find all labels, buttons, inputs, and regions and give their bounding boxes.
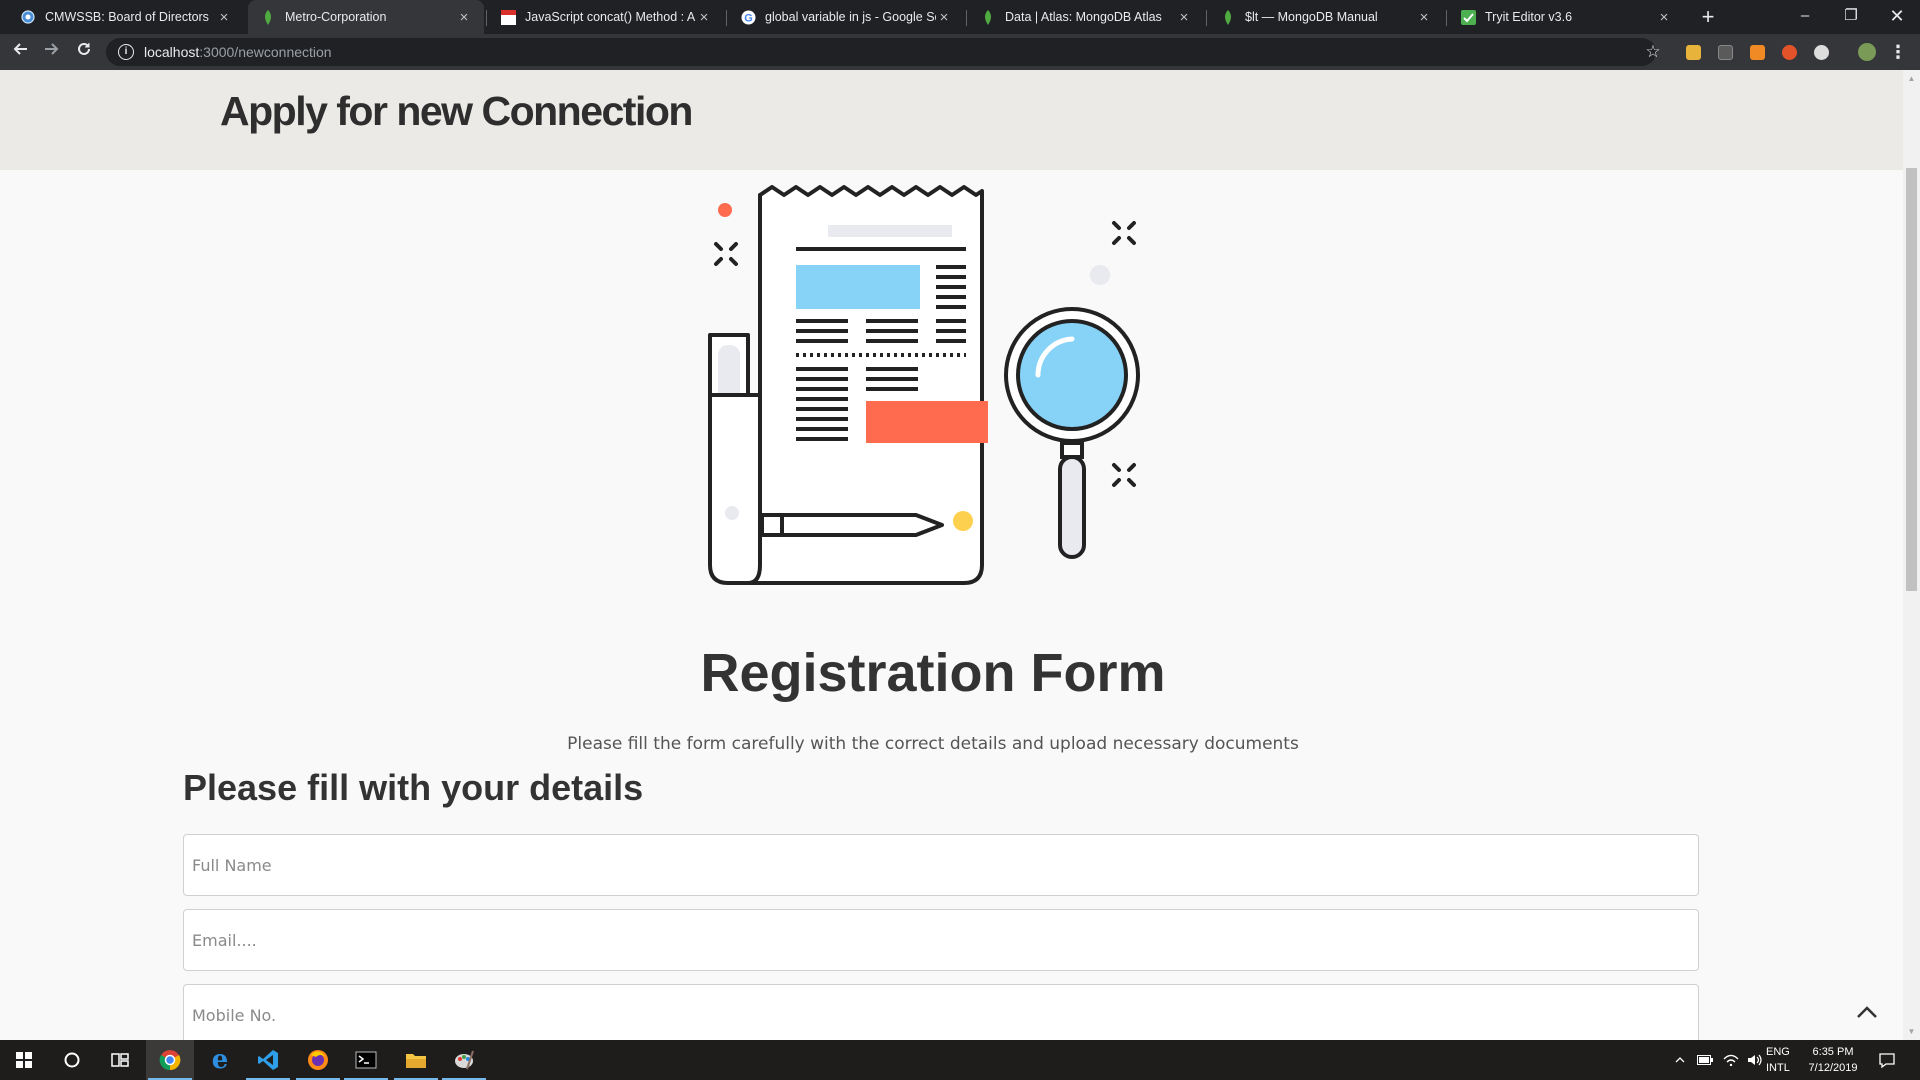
tab-label: $lt — MongoDB Manual	[1245, 10, 1378, 24]
vscode-icon[interactable]	[244, 1040, 292, 1080]
tab-close-icon[interactable]: ×	[696, 9, 712, 26]
tab-label: CMWSSB: Board of Directors	[45, 10, 209, 24]
browser-toolbar: i localhost:3000/newconnection ☆ ⋮	[0, 34, 1920, 70]
wifi-icon[interactable]	[1720, 1040, 1742, 1080]
mongodb-leaf-icon	[980, 9, 996, 25]
cortana-search-icon[interactable]	[48, 1040, 96, 1080]
extension-icon-5[interactable]	[1814, 45, 1829, 60]
scroll-down-arrow-icon[interactable]: ▼	[1903, 1023, 1920, 1040]
tab-close-icon[interactable]: ×	[1656, 9, 1672, 26]
language-code: ENG	[1766, 1046, 1790, 1058]
address-path: :3000/newconnection	[199, 44, 332, 60]
profile-avatar[interactable]	[1858, 43, 1876, 61]
tab-google-search[interactable]: G global variable in js - Google Sea ×	[728, 0, 964, 34]
tab-cmwssb[interactable]: CMWSSB: Board of Directors ×	[8, 0, 244, 34]
back-button[interactable]	[6, 38, 34, 66]
windows-taskbar: e ENG INTL 6:35 PM 7/12/2019	[0, 1040, 1920, 1080]
windows-start-icon[interactable]	[0, 1040, 48, 1080]
tab-js-concat[interactable]: JavaScript concat() Method : Arra ×	[488, 0, 724, 34]
scroll-up-arrow-icon[interactable]: ▲	[1903, 70, 1920, 87]
tab-close-icon[interactable]: ×	[1176, 9, 1192, 26]
reload-button[interactable]	[70, 38, 98, 66]
tray-overflow-chevron-icon[interactable]	[1670, 1040, 1690, 1080]
tab-label: Data | Atlas: MongoDB Atlas	[1005, 10, 1162, 24]
page-scrollbar[interactable]: ▲ ▼	[1903, 70, 1920, 1040]
forward-arrow-icon	[45, 43, 59, 55]
mobile-input[interactable]	[183, 984, 1699, 1040]
paint-icon[interactable]	[440, 1040, 488, 1080]
volume-icon[interactable]	[1744, 1040, 1766, 1080]
tab-mongodb-atlas[interactable]: Data | Atlas: MongoDB Atlas ×	[968, 0, 1204, 34]
minimize-button[interactable]: –	[1782, 0, 1828, 34]
tab-label: Tryit Editor v3.6	[1485, 10, 1573, 24]
tab-close-icon[interactable]: ×	[456, 9, 472, 26]
mongodb-leaf-icon	[1220, 9, 1236, 25]
edge-icon[interactable]: e	[196, 1040, 244, 1080]
tab-tryit-editor[interactable]: Tryit Editor v3.6 ×	[1448, 0, 1684, 34]
action-center-icon[interactable]	[1872, 1040, 1902, 1080]
site-info-icon[interactable]: i	[118, 44, 134, 60]
tab-label: JavaScript concat() Method : Arra	[525, 10, 696, 24]
tab-label: Metro-Corporation	[285, 10, 387, 24]
extension-icon-4[interactable]	[1782, 45, 1797, 60]
clock-time: 6:35 PM	[1812, 1046, 1854, 1058]
details-heading: Please fill with your details	[183, 767, 644, 808]
tab-separator	[486, 10, 487, 26]
email-input[interactable]	[183, 909, 1699, 971]
full-name-input[interactable]	[183, 834, 1699, 896]
scroll-to-top-button[interactable]	[1840, 985, 1894, 1039]
file-explorer-icon[interactable]	[392, 1040, 440, 1080]
new-tab-button[interactable]: +	[1694, 3, 1722, 31]
page-title: Apply for new Connection	[220, 88, 693, 134]
page-viewport: Apply for new Connection Registration Fo…	[0, 70, 1903, 1040]
forward-button[interactable]	[38, 38, 66, 66]
tab-close-icon[interactable]: ×	[1416, 9, 1432, 26]
tab-metro-corporation[interactable]: Metro-Corporation ×	[248, 0, 484, 34]
scrollbar-thumb[interactable]	[1906, 168, 1917, 591]
extension-icon-1[interactable]	[1686, 45, 1701, 60]
reload-icon	[78, 42, 90, 55]
registration-form-description: Please fill the form carefully with the …	[567, 734, 1299, 754]
address-bar[interactable]: i localhost:3000/newconnection	[106, 38, 1656, 66]
tab-separator	[726, 10, 727, 26]
tab-mongodb-manual[interactable]: $lt — MongoDB Manual ×	[1208, 0, 1444, 34]
extension-icon-2[interactable]	[1718, 45, 1733, 60]
tab-separator	[966, 10, 967, 26]
browser-menu-icon[interactable]: ⋮	[1888, 38, 1908, 66]
w3-icon	[500, 9, 516, 25]
back-arrow-icon	[13, 43, 27, 55]
extension-icon-3[interactable]	[1750, 45, 1765, 60]
keyboard-layout: INTL	[1766, 1062, 1790, 1074]
tab-close-icon[interactable]: ×	[936, 9, 952, 26]
close-window-button[interactable]: ✕	[1874, 0, 1920, 34]
task-view-icon[interactable]	[96, 1040, 144, 1080]
language-indicator[interactable]: ENG INTL	[1766, 1044, 1802, 1076]
chevron-up-icon	[1857, 1006, 1877, 1018]
mongodb-leaf-icon	[260, 9, 276, 25]
tab-separator	[1206, 10, 1207, 26]
google-icon: G	[740, 9, 756, 25]
tab-close-icon[interactable]: ×	[216, 9, 232, 26]
battery-icon[interactable]	[1694, 1040, 1716, 1080]
tab-separator	[1446, 10, 1447, 26]
tab-label: global variable in js - Google Sea	[765, 10, 936, 24]
registration-form-title: Registration Form	[700, 643, 1166, 703]
chrome-icon[interactable]	[146, 1040, 194, 1080]
clock-date: 7/12/2019	[1808, 1062, 1858, 1074]
restore-button[interactable]: ❐	[1828, 0, 1874, 34]
terminal-icon[interactable]	[342, 1040, 390, 1080]
svg-text:G: G	[744, 12, 753, 24]
bookmark-star-icon[interactable]: ☆	[1640, 38, 1666, 66]
browser-tab-bar: CMWSSB: Board of Directors × Metro-Corpo…	[0, 0, 1920, 34]
globe-icon	[20, 9, 36, 25]
address-host: localhost	[144, 44, 200, 60]
registration-illustration	[708, 185, 1140, 585]
tryit-icon	[1460, 9, 1476, 25]
system-clock[interactable]: 6:35 PM 7/12/2019	[1800, 1044, 1866, 1076]
firefox-icon[interactable]	[294, 1040, 342, 1080]
page-header: Apply for new Connection	[0, 70, 1903, 170]
